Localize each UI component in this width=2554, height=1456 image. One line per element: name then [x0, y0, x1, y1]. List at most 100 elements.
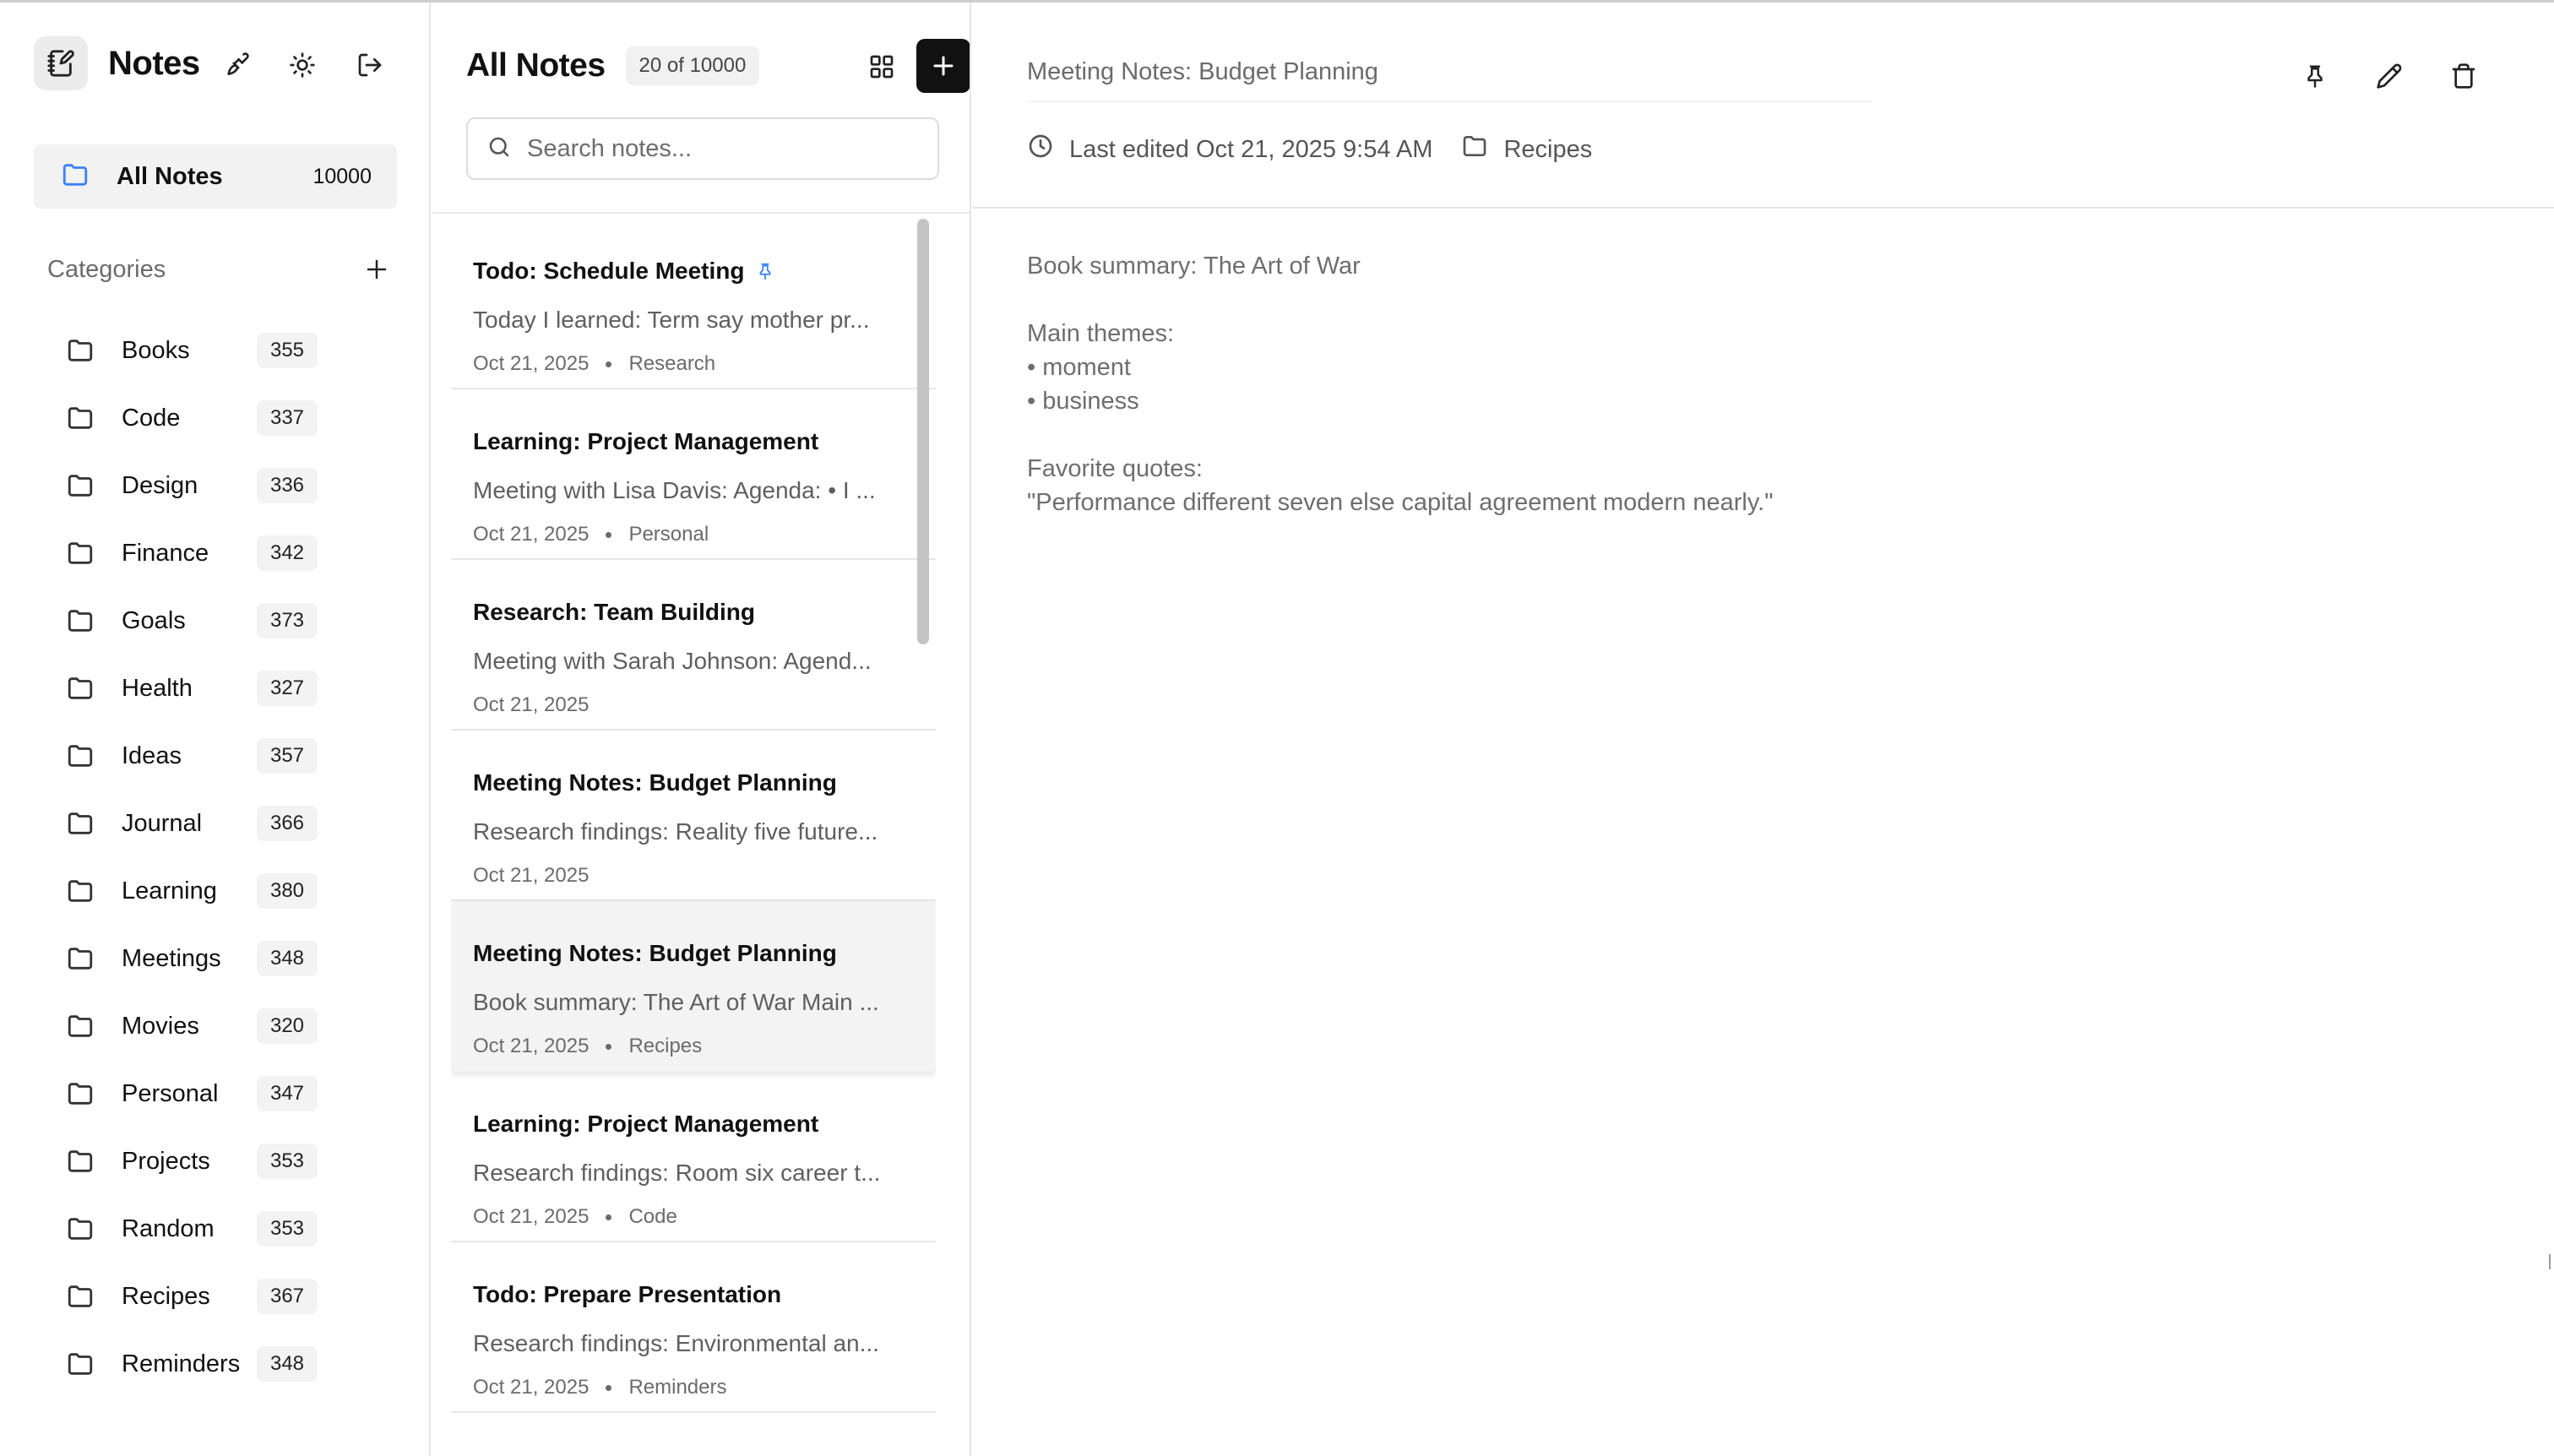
brush-icon[interactable]	[218, 46, 255, 84]
note-date: Oct 21, 2025	[473, 523, 590, 546]
separator-dot	[606, 1043, 612, 1050]
note-meta: Oct 21, 2025 Reminders	[473, 1376, 936, 1399]
note-preview: Meeting with Sarah Johnson: Agend...	[473, 648, 872, 674]
sidebar-item-meetings[interactable]: Meetings 348	[66, 925, 404, 992]
note-card[interactable]: Todo: Prepare Presentation Research findi…	[451, 1242, 936, 1413]
note-title: Learning: Project Management	[473, 1111, 819, 1137]
content-line: • business	[1027, 388, 1139, 415]
category-list: Books 355 Code 337 Design 336 Finance 342 Goals 3…	[66, 317, 404, 1420]
note-date: Oct 21, 2025	[473, 1035, 590, 1057]
content-line: • moment	[1027, 354, 1131, 381]
note-category: Reminders	[628, 1376, 727, 1399]
sidebar-fade	[0, 1383, 429, 1456]
category-count: 366	[257, 806, 318, 841]
sidebar-item-recipes[interactable]: Recipes 367	[66, 1263, 404, 1330]
folder-icon	[66, 470, 96, 501]
note-date: Oct 21, 2025	[473, 1205, 590, 1228]
note-preview: Today I learned: Term say mother pr...	[473, 307, 870, 333]
note-preview: Research findings: Room six career t...	[473, 1160, 881, 1186]
note-card[interactable]: Learning: Project Management Research fin…	[451, 1072, 936, 1242]
note-date: Oct 21, 2025	[473, 693, 590, 716]
sidebar-item-projects[interactable]: Projects 353	[66, 1127, 404, 1195]
sidebar-item-goals[interactable]: Goals 373	[66, 587, 404, 655]
category-count: 348	[257, 941, 318, 976]
folder-icon	[66, 538, 96, 568]
note-card[interactable]: Todo: Schedule Meeting Today I learned: T…	[451, 219, 936, 389]
brand: Notes	[34, 36, 200, 90]
folder-icon	[66, 1078, 96, 1109]
category-count: 320	[257, 1008, 318, 1044]
sidebar-item-code[interactable]: Code 337	[66, 384, 404, 452]
folder-icon	[66, 876, 96, 906]
notes-list: Todo: Schedule Meeting Today I learned: T…	[451, 219, 936, 1456]
note-title[interactable]: Meeting Notes: Budget Planning	[1027, 58, 1378, 86]
scrollbar[interactable]	[917, 219, 929, 644]
sidebar-item-all-notes[interactable]: All Notes 10000	[34, 144, 397, 209]
sidebar-item-journal[interactable]: Journal 366	[66, 790, 404, 857]
note-title: Todo: Prepare Presentation	[473, 1281, 782, 1307]
sidebar-item-personal[interactable]: Personal 347	[66, 1060, 404, 1127]
category-count: 353	[257, 1144, 318, 1179]
content-line: "Performance different seven else capita…	[1027, 489, 1774, 516]
add-note-button[interactable]	[916, 39, 970, 93]
note-meta: Oct 21, 2025 Personal	[473, 523, 936, 546]
divider	[432, 212, 970, 214]
note-category: Personal	[628, 523, 709, 546]
logout-icon[interactable]	[351, 46, 389, 84]
separator-dot	[606, 1384, 612, 1391]
folder-icon	[66, 1281, 96, 1312]
category-name: Projects	[122, 1147, 210, 1175]
category-count: 336	[257, 468, 318, 503]
category-count: 367	[257, 1279, 318, 1314]
add-category-button[interactable]	[360, 253, 394, 286]
note-title: Learning: Project Management	[473, 428, 819, 454]
folder-icon	[66, 1214, 96, 1244]
category-name: Finance	[122, 539, 209, 567]
search-box[interactable]	[466, 117, 939, 180]
category-count: 373	[257, 603, 318, 638]
note-card[interactable]: Meeting Notes: Budget Planning Research f…	[451, 731, 936, 901]
delete-button[interactable]	[2443, 55, 2485, 97]
search-input[interactable]	[527, 134, 919, 163]
resize-handle[interactable]	[2549, 1254, 2554, 1269]
sidebar-item-random[interactable]: Random 353	[66, 1195, 404, 1263]
title-underline	[1027, 101, 1872, 102]
folder-icon	[66, 606, 96, 636]
sidebar: Notes All Notes 10000 Categories Books 3…	[0, 3, 431, 1456]
note-category: Research	[628, 352, 716, 375]
category-name: Movies	[122, 1012, 199, 1040]
note-category: Recipes	[628, 1035, 703, 1057]
folder-icon	[66, 943, 96, 974]
category-name: Health	[122, 674, 193, 702]
sidebar-item-books[interactable]: Books 355	[66, 317, 404, 384]
notebook-pen-icon	[34, 36, 88, 90]
sidebar-item-ideas[interactable]: Ideas 357	[66, 722, 404, 790]
edit-button[interactable]	[2368, 55, 2410, 97]
sidebar-item-health[interactable]: Health 327	[66, 655, 404, 722]
trash-icon	[2452, 63, 2475, 89]
note-title: Research: Team Building	[473, 599, 756, 625]
note-meta: Oct 21, 2025 Code	[473, 1205, 936, 1229]
list-header: All Notes 20 of 10000	[466, 36, 970, 95]
note-category: Code	[628, 1205, 677, 1228]
notes-list-panel: All Notes 20 of 10000 Search notes... To…	[432, 3, 971, 1456]
sun-icon[interactable]	[284, 46, 321, 84]
note-card[interactable]: Learning: Project Management Meeting with…	[451, 389, 936, 560]
category-name: Reminders	[122, 1350, 241, 1377]
sidebar-item-design[interactable]: Design 336	[66, 452, 404, 519]
category-name: Goals	[122, 606, 186, 634]
sidebar-item-learning[interactable]: Learning 380	[66, 857, 404, 925]
sidebar-item-finance[interactable]: Finance 342	[66, 519, 404, 587]
separator-dot	[606, 531, 612, 538]
folder-icon	[66, 403, 96, 433]
note-card[interactable]: Research: Team Building Meeting with Sara…	[451, 560, 936, 731]
note-card[interactable]: Meeting Notes: Budget Planning Book summa…	[451, 901, 936, 1072]
sidebar-item-movies[interactable]: Movies 320	[66, 992, 404, 1060]
divider	[973, 207, 2554, 209]
grid-view-button[interactable]	[863, 48, 900, 85]
folder-icon	[66, 673, 96, 704]
note-content[interactable]: Book summary: The Art of War Main themes…	[1027, 249, 2463, 519]
category-count: 353	[257, 1211, 318, 1247]
note-preview: Research findings: Reality five future..…	[473, 818, 878, 845]
pin-button[interactable]	[2294, 55, 2336, 97]
